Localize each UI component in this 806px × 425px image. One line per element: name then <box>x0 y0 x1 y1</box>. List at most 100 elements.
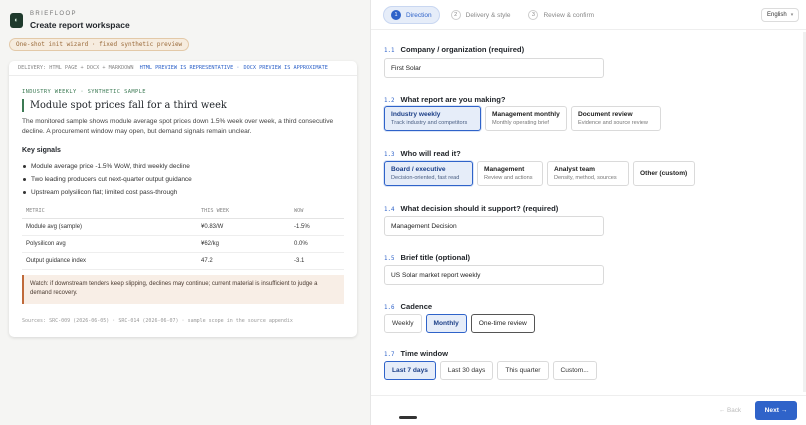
wizard-pane: 1 Direction 2 Delivery & style 3 Review … <box>370 0 806 425</box>
option-analyst-team[interactable]: Analyst team Density, method, sources <box>547 161 629 186</box>
window-last-7-days[interactable]: Last 7 days <box>384 361 436 380</box>
footer-divider <box>371 395 806 396</box>
brand-header: ◐ BRIEFLOOP Create report workspace <box>10 10 130 30</box>
column-header: WOW <box>290 205 344 219</box>
step-label: Delivery & style <box>465 11 511 19</box>
cadence-monthly[interactable]: Monthly <box>425 314 467 333</box>
back-button[interactable]: ← Back <box>715 402 745 418</box>
docx-preview-note: DOCX PREVIEW IS APPROXIMATE <box>243 65 328 71</box>
question-cadence: 1.6 Cadence <box>384 302 432 311</box>
app-logo-icon: ◐ <box>10 13 23 28</box>
question-label: What decision should it support? (requir… <box>400 204 559 213</box>
option-subtitle: Monthly operating brief <box>492 120 549 126</box>
table-cell: -1.5% <box>290 218 344 236</box>
option-title: Management <box>484 166 525 173</box>
question-label: Who will read it? <box>400 149 461 158</box>
html-preview-note: HTML PREVIEW IS REPRESENTATIVE · <box>139 65 240 71</box>
window-this-quarter[interactable]: This quarter <box>497 361 549 380</box>
option-title: Document review <box>578 111 633 118</box>
table-cell: Output guidance index <box>22 252 197 270</box>
window-last-30-days[interactable]: Last 30 days <box>439 361 494 380</box>
option-subtitle: Track industry and competitors <box>391 120 468 126</box>
audience-options: Board / executive Decision-oriented, fas… <box>384 161 699 186</box>
signal-item: Upstream polysilicon flat; limited cost … <box>22 186 192 199</box>
brief-title-input[interactable]: US Solar market report weekly <box>384 265 604 285</box>
option-management[interactable]: Management Review and actions <box>477 161 543 186</box>
option-other-custom[interactable]: Other (custom) <box>633 161 695 186</box>
step-label: Direction <box>406 11 432 19</box>
option-board-executive[interactable]: Board / executive Decision-oriented, fas… <box>384 161 473 186</box>
time-window-options: Last 7 days Last 30 days This quarter Cu… <box>384 361 601 380</box>
step-label: Review & confirm <box>543 11 595 19</box>
question-number: 1.6 <box>384 305 395 311</box>
question-brief-title: 1.5 Brief title (optional) <box>384 253 470 262</box>
question-number: 1.1 <box>384 48 395 54</box>
question-number: 1.7 <box>384 352 395 358</box>
wizard-mode-badge: One-shot init wizard · fixed synthetic p… <box>9 38 190 51</box>
question-audience: 1.3 Who will read it? <box>384 149 461 158</box>
table-cell: ¥0.83/W <box>197 218 290 236</box>
option-subtitle: Decision-oriented, fast read <box>391 175 460 181</box>
sources-footnote: Sources: SRC-009 (2026-06-05) · SRC-014 … <box>22 318 293 324</box>
option-title: Analyst team <box>554 166 596 173</box>
table-cell: ¥62/kg <box>197 235 290 253</box>
question-number: 1.4 <box>384 207 395 213</box>
watch-callout: Watch: if downstream tenders keep slippi… <box>22 275 344 304</box>
question-label: Brief title (optional) <box>400 253 471 262</box>
question-time-window: 1.7 Time window <box>384 349 448 358</box>
question-label: Company / organization (required) <box>400 45 525 54</box>
option-title: Industry weekly <box>391 111 441 118</box>
brand-name: BRIEFLOOP <box>30 11 77 17</box>
question-report-type: 1.2 What report are you making? <box>384 95 506 104</box>
report-type-options: Industry weekly Track industry and compe… <box>384 106 665 131</box>
signals-list: Module average price -1.5% WoW, third we… <box>22 160 192 199</box>
table-cell: 0.0% <box>290 235 344 253</box>
question-number: 1.3 <box>384 152 395 158</box>
page-title: Create report workspace <box>30 20 130 30</box>
chevron-down-icon: ▾ <box>790 12 794 18</box>
question-company: 1.1 Company / organization (required) <box>384 45 524 54</box>
option-document-review[interactable]: Document review Evidence and source revi… <box>571 106 661 131</box>
report-preview-card: DELIVERY: HTML PAGE + DOCX + MARKDOWN HT… <box>9 61 357 337</box>
cadence-one-time-review[interactable]: One-time review <box>470 314 535 333</box>
table-cell: 47.2 <box>197 252 290 270</box>
delivery-formats: DELIVERY: HTML PAGE + DOCX + MARKDOWN <box>18 65 134 71</box>
question-number: 1.2 <box>384 98 395 104</box>
option-subtitle: Review and actions <box>484 175 533 181</box>
question-number: 1.5 <box>384 256 395 262</box>
question-label: Cadence <box>400 302 433 311</box>
table-cell: -3.1 <box>290 252 344 270</box>
cadence-options: Weekly Monthly One-time review <box>384 314 539 333</box>
option-title: Management monthly <box>492 111 560 118</box>
table-cell: Module avg (sample) <box>22 218 197 236</box>
scroll-handle[interactable] <box>399 416 417 419</box>
step-direction[interactable]: 1 Direction <box>383 6 440 24</box>
report-eyebrow: INDUSTRY WEEKLY · SYNTHETIC SAMPLE <box>22 89 146 95</box>
window-custom[interactable]: Custom... <box>552 361 597 380</box>
option-management-monthly[interactable]: Management monthly Monthly operating bri… <box>485 106 567 131</box>
option-subtitle: Density, method, sources <box>554 175 617 181</box>
metrics-table: METRIC THIS WEEK WOW Module avg (sample)… <box>22 205 344 270</box>
preview-pane: ◐ BRIEFLOOP Create report workspace One-… <box>0 0 370 425</box>
signals-heading: Key signals <box>22 147 61 154</box>
question-decision: 1.4 What decision should it support? (re… <box>384 204 558 213</box>
step-review-confirm[interactable]: 3 Review & confirm <box>521 6 601 24</box>
table-header-row: METRIC THIS WEEK WOW <box>22 205 344 219</box>
language-select[interactable]: English ▾ <box>761 8 800 22</box>
header-divider <box>371 29 806 30</box>
report-summary: The monitored sample shows module averag… <box>22 118 334 135</box>
language-value: English <box>767 12 787 18</box>
decision-input[interactable]: Management Decision <box>384 216 604 236</box>
step-number: 1 <box>391 10 401 20</box>
option-industry-weekly[interactable]: Industry weekly Track industry and compe… <box>384 106 481 131</box>
cadence-weekly[interactable]: Weekly <box>384 314 422 333</box>
next-button[interactable]: Next → <box>755 401 797 420</box>
company-input[interactable]: First Solar <box>384 58 604 78</box>
question-label: What report are you making? <box>400 95 506 104</box>
option-title: Board / executive <box>391 166 446 173</box>
option-title: Other (custom) <box>640 170 688 177</box>
report-headline: Module spot prices fall for a third week <box>22 99 227 112</box>
step-delivery-style[interactable]: 2 Delivery & style <box>444 6 518 24</box>
table-row: Output guidance index 47.2 -3.1 <box>22 252 344 270</box>
column-header: METRIC <box>22 205 197 219</box>
